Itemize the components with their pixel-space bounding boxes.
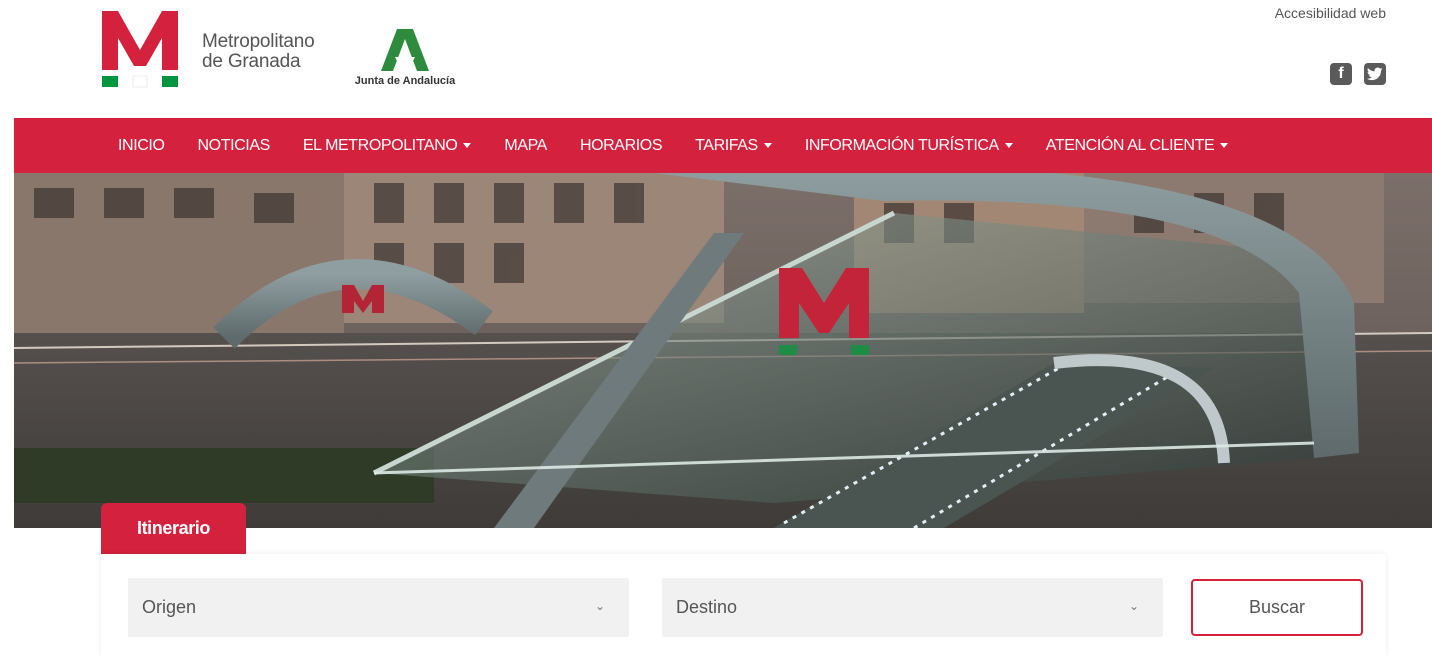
nav-label: INICIO bbox=[118, 136, 165, 154]
nav-item-horarios[interactable]: HORARIOS bbox=[579, 136, 663, 155]
junta-andalucia-logo-link[interactable]: Junta de Andalucía bbox=[349, 27, 461, 91]
nav-item-noticias[interactable]: NOTICIAS bbox=[197, 136, 271, 155]
itinerario-panel: Origen ⌄ Destino ⌄ Buscar bbox=[101, 554, 1386, 656]
brand-logo-link[interactable]: Metropolitano de Granada bbox=[100, 8, 315, 88]
nav-item-tarifas[interactable]: TARIFAS bbox=[695, 137, 772, 155]
hero-image bbox=[14, 173, 1432, 528]
destino-select[interactable]: Destino ⌄ bbox=[662, 578, 1163, 637]
nav-item-informacion-turistica[interactable]: INFORMACIÓN TURÍSTICA bbox=[805, 137, 1013, 155]
chevron-down-icon: ⌄ bbox=[594, 599, 605, 613]
accesibilidad-link[interactable]: Accesibilidad web bbox=[1275, 5, 1386, 21]
chevron-down-icon: ⌄ bbox=[1128, 599, 1139, 613]
social-links: f bbox=[1330, 63, 1386, 85]
site-header: Metropolitano de Granada Junta de Andalu… bbox=[0, 0, 1432, 113]
nav-label: ATENCIÓN AL CLIENTE bbox=[1045, 136, 1215, 154]
nav-item-inicio[interactable]: INICIO bbox=[118, 137, 165, 155]
buscar-button[interactable]: Buscar bbox=[1191, 579, 1363, 636]
itinerario-tab[interactable]: Itinerario bbox=[101, 503, 246, 554]
main-navbar: INICIO NOTICIAS EL METROPOLITANO MAPA HO… bbox=[14, 118, 1432, 173]
nav-label: TARIFAS bbox=[695, 136, 758, 154]
nav-label: INFORMACIÓN TURÍSTICA bbox=[804, 136, 999, 154]
facebook-glyph: f bbox=[1338, 65, 1344, 82]
chevron-down-icon bbox=[463, 143, 472, 148]
nav-item-atencion-al-cliente[interactable]: ATENCIÓN AL CLIENTE bbox=[1045, 136, 1229, 155]
brand-text: Metropolitano de Granada bbox=[202, 32, 315, 72]
chevron-down-icon bbox=[763, 143, 772, 148]
brand-line-2: de Granada bbox=[202, 51, 301, 72]
brand-line-1: Metropolitano bbox=[202, 31, 315, 52]
nav-list: INICIO NOTICIAS EL METROPOLITANO MAPA HO… bbox=[118, 118, 1261, 173]
twitter-icon[interactable] bbox=[1364, 63, 1386, 85]
metro-station-photo bbox=[14, 173, 1432, 528]
nav-label: EL METROPOLITANO bbox=[302, 136, 458, 154]
facebook-icon[interactable]: f bbox=[1330, 63, 1352, 85]
junta-logo-icon bbox=[381, 29, 429, 71]
nav-item-mapa[interactable]: MAPA bbox=[504, 137, 547, 155]
chevron-down-icon bbox=[1004, 143, 1013, 148]
twitter-bird-icon bbox=[1367, 67, 1383, 81]
destino-value: Destino bbox=[676, 597, 738, 617]
junta-text: Junta de Andalucía bbox=[354, 75, 456, 87]
origen-select[interactable]: Origen ⌄ bbox=[128, 578, 629, 637]
nav-label: MAPA bbox=[504, 136, 547, 154]
origen-value: Origen bbox=[142, 597, 197, 617]
chevron-down-icon bbox=[1220, 143, 1229, 148]
nav-label: NOTICIAS bbox=[197, 136, 271, 154]
nav-item-el-metropolitano[interactable]: EL METROPOLITANO bbox=[303, 137, 472, 155]
nav-label: HORARIOS bbox=[579, 136, 663, 154]
metropolitano-logo-icon bbox=[102, 11, 178, 88]
